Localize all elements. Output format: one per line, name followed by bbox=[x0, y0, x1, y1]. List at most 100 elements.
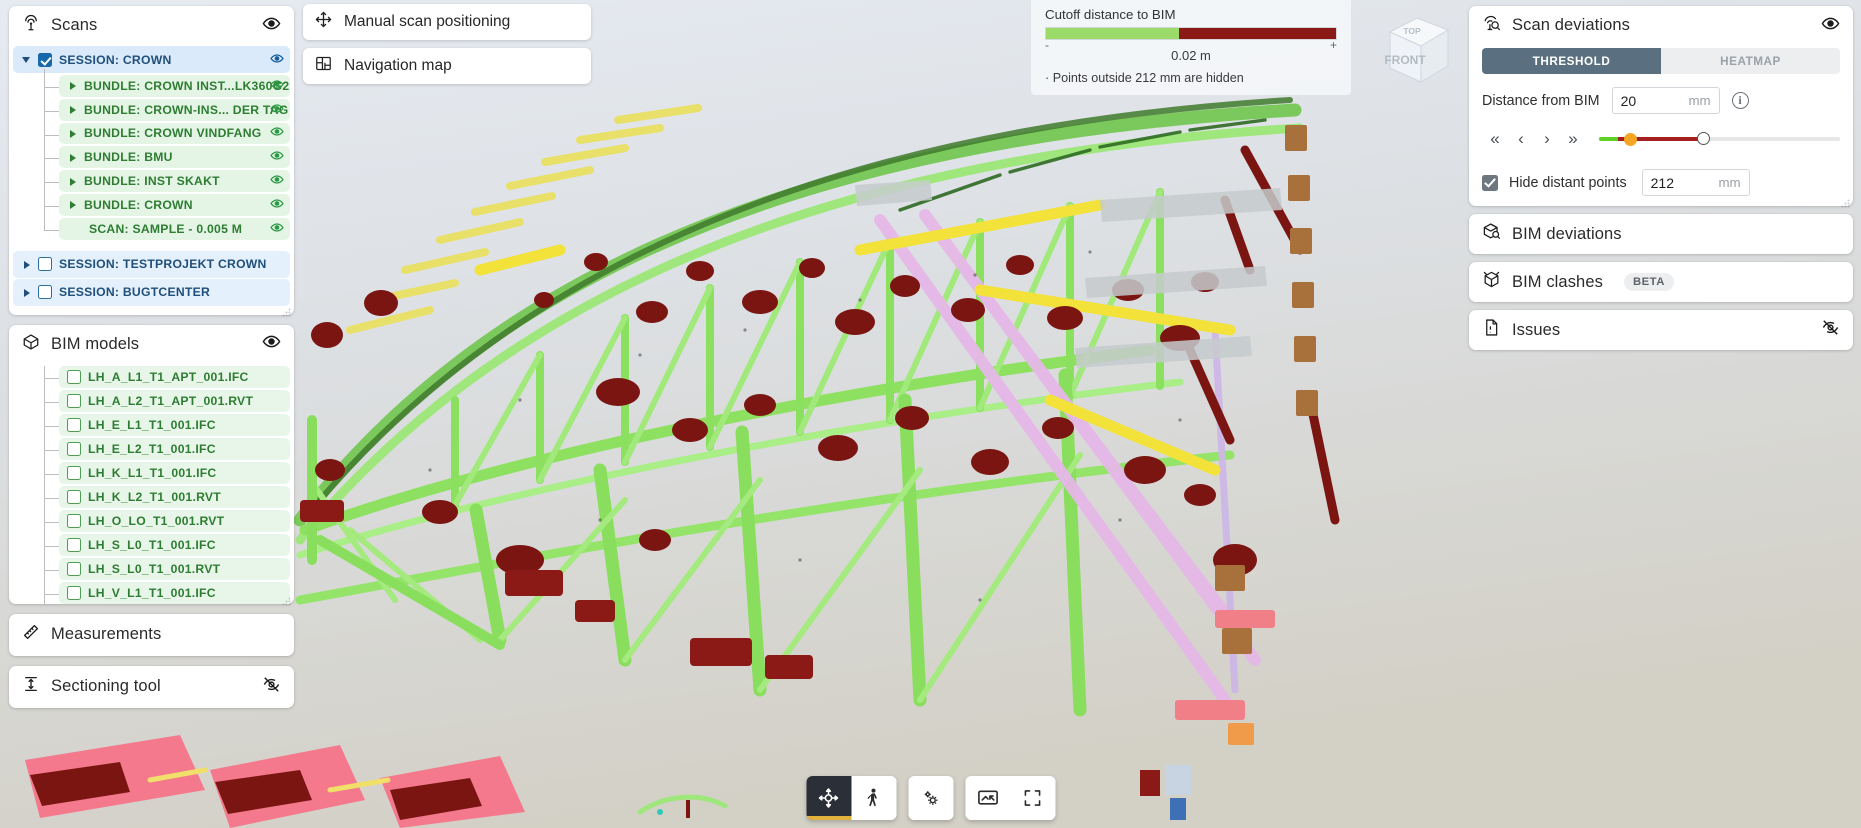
next-icon[interactable]: › bbox=[1534, 127, 1560, 151]
scans-panel-header[interactable]: Scans bbox=[9, 6, 294, 45]
scan-deviations-eye-icon[interactable] bbox=[1821, 14, 1840, 38]
bim-model-checkbox[interactable] bbox=[67, 585, 81, 600]
scan-eye-icon[interactable] bbox=[270, 220, 284, 237]
bim-models-panel-header[interactable]: BIM models bbox=[9, 325, 294, 364]
bim-model-row[interactable]: LH_V_L1_T1_001.IFC bbox=[59, 581, 290, 604]
hide-distant-points-checkbox[interactable] bbox=[1482, 174, 1498, 191]
bim-model-checkbox[interactable] bbox=[67, 537, 81, 552]
session-row[interactable]: SESSION: TESTPROJEKT CROWN bbox=[13, 250, 290, 278]
bim-panel-resize-grip[interactable] bbox=[282, 593, 291, 606]
bundle-expand-caret[interactable] bbox=[67, 79, 80, 92]
sectioning-visibility-eye-off-icon[interactable] bbox=[262, 675, 281, 699]
session-checkbox[interactable] bbox=[38, 52, 52, 67]
session-checkbox[interactable] bbox=[38, 285, 52, 300]
scans-tree-scroll[interactable]: SESSION: CROWN BUNDLE: CROWN INST...LK360… bbox=[9, 45, 294, 315]
navigation-map-button[interactable]: Navigation map bbox=[303, 48, 591, 84]
bim-model-checkbox[interactable] bbox=[67, 369, 81, 384]
screen-view-button[interactable] bbox=[965, 776, 1010, 820]
bundle-row[interactable]: BUNDLE: CROWN INST...LK360G2 bbox=[59, 75, 290, 97]
measurements-panel-title: Measurements bbox=[51, 625, 162, 644]
bim-clashes-header[interactable]: BIM clashes BETA bbox=[1469, 262, 1853, 302]
session-eye-icon[interactable] bbox=[270, 51, 284, 68]
legend-gradient-bar bbox=[1045, 27, 1337, 40]
bim-deviations-panel[interactable]: BIM deviations bbox=[1469, 214, 1853, 254]
bundle-expand-caret[interactable] bbox=[67, 127, 80, 140]
settings-group bbox=[908, 776, 953, 820]
bim-model-row[interactable]: LH_E_L1_T1_001.IFC bbox=[59, 413, 290, 436]
bundle-expand-caret[interactable] bbox=[67, 175, 80, 188]
bundle-eye-icon[interactable] bbox=[270, 196, 284, 213]
issues-panel[interactable]: Issues bbox=[1469, 310, 1853, 350]
bim-model-row[interactable]: LH_S_L0_T1_001.IFC bbox=[59, 533, 290, 556]
view-cube[interactable]: TOP FRONT bbox=[1372, 10, 1458, 90]
bundle-eye-icon[interactable] bbox=[270, 101, 284, 118]
measurements-panel[interactable]: Measurements bbox=[9, 613, 294, 656]
bim-models-scroll[interactable]: LH_A_L1_T1_APT_001.IFC LH_A_L2_T1_APT_001… bbox=[9, 364, 294, 604]
issues-header[interactable]: Issues bbox=[1469, 310, 1853, 350]
session-expand-caret[interactable] bbox=[21, 258, 34, 271]
threshold-slider[interactable] bbox=[1599, 129, 1840, 149]
last-icon[interactable]: » bbox=[1560, 127, 1586, 151]
bundle-row[interactable]: BUNDLE: INST SKAKT bbox=[59, 170, 290, 192]
bim-models-panel-title: BIM models bbox=[51, 334, 140, 353]
bundle-row[interactable]: BUNDLE: BMU bbox=[59, 146, 290, 169]
bundle-row[interactable]: BUNDLE: CROWN VINDFANG bbox=[59, 122, 290, 145]
bim-model-row[interactable]: LH_A_L2_T1_APT_001.RVT bbox=[59, 389, 290, 412]
manual-scan-positioning-button[interactable]: Manual scan positioning bbox=[303, 4, 591, 40]
bim-model-checkbox[interactable] bbox=[67, 561, 81, 576]
settings-gears-button[interactable] bbox=[908, 776, 953, 820]
bim-model-checkbox[interactable] bbox=[67, 417, 81, 432]
session-expand-caret[interactable] bbox=[21, 53, 34, 66]
scan-deviations-header[interactable]: Scan deviations bbox=[1469, 6, 1853, 45]
scans-panel-resize-grip[interactable] bbox=[282, 304, 291, 317]
orbit-mode-button[interactable] bbox=[806, 776, 851, 820]
bundle-row[interactable]: BUNDLE: CROWN bbox=[59, 193, 290, 216]
walk-mode-button[interactable] bbox=[851, 776, 896, 820]
bundle-eye-icon[interactable] bbox=[270, 173, 284, 190]
bundle-expand-caret[interactable] bbox=[67, 151, 80, 164]
session-row[interactable]: SESSION: CROWN bbox=[13, 46, 290, 73]
bim-model-checkbox[interactable] bbox=[67, 465, 81, 480]
session-expand-caret[interactable] bbox=[21, 286, 34, 299]
bundle-expand-caret[interactable] bbox=[67, 198, 80, 211]
scan-deviations-resize-grip[interactable] bbox=[1841, 195, 1850, 208]
sectioning-tool-panel-header[interactable]: Sectioning tool bbox=[9, 666, 294, 708]
app-root: Manual scan positioning Navigation map C… bbox=[0, 0, 1861, 828]
tab-heatmap[interactable]: HEATMAP bbox=[1661, 48, 1840, 74]
session-label: SESSION: CROWN bbox=[59, 52, 172, 67]
slider-orange-handle[interactable] bbox=[1624, 133, 1638, 146]
bim-model-checkbox[interactable] bbox=[67, 441, 81, 456]
scans-visibility-eye-icon[interactable] bbox=[262, 14, 281, 38]
slider-white-handle[interactable] bbox=[1696, 132, 1710, 145]
bundle-eye-icon[interactable] bbox=[270, 77, 284, 94]
bundle-expand-caret[interactable] bbox=[67, 103, 80, 116]
bundle-eye-icon[interactable] bbox=[270, 125, 284, 142]
bim-model-checkbox[interactable] bbox=[67, 393, 81, 408]
distance-from-bim-input[interactable]: 20 mm bbox=[1611, 87, 1720, 114]
hide-distant-points-input[interactable]: 212 mm bbox=[1641, 169, 1750, 196]
scan-row[interactable]: SCAN: SAMPLE - 0.005 M bbox=[59, 217, 290, 240]
measurements-panel-header[interactable]: Measurements bbox=[9, 614, 294, 656]
session-checkbox[interactable] bbox=[38, 257, 52, 272]
bim-model-checkbox[interactable] bbox=[67, 489, 81, 504]
bim-model-row[interactable]: LH_O_LO_T1_001.RVT bbox=[59, 509, 290, 532]
bundle-eye-icon[interactable] bbox=[270, 149, 284, 166]
bim-model-row[interactable]: LH_K_L2_T1_001.RVT bbox=[59, 485, 290, 508]
first-icon[interactable]: « bbox=[1482, 127, 1508, 151]
bim-clashes-panel[interactable]: BIM clashes BETA bbox=[1469, 262, 1853, 302]
fullscreen-button[interactable] bbox=[1010, 776, 1055, 820]
session-row[interactable]: SESSION: BUGTCENTER bbox=[13, 278, 290, 306]
info-icon[interactable]: i bbox=[1731, 92, 1749, 109]
sectioning-tool-panel[interactable]: Sectioning tool bbox=[9, 665, 294, 708]
prev-icon[interactable]: ‹ bbox=[1508, 127, 1534, 151]
bim-model-row[interactable]: LH_S_L0_T1_001.RVT bbox=[59, 557, 290, 580]
bim-models-visibility-eye-icon[interactable] bbox=[262, 332, 281, 356]
bim-model-row[interactable]: LH_E_L2_T1_001.IFC bbox=[59, 437, 290, 460]
bim-model-row[interactable]: LH_K_L1_T1_001.IFC bbox=[59, 461, 290, 484]
bim-model-row[interactable]: LH_A_L1_T1_APT_001.IFC bbox=[59, 365, 290, 388]
bundle-row[interactable]: BUNDLE: CROWN-INS... DER TAG bbox=[59, 98, 290, 121]
issues-eye-off-icon[interactable] bbox=[1821, 318, 1840, 342]
bim-deviations-header[interactable]: BIM deviations bbox=[1469, 214, 1853, 254]
tab-threshold[interactable]: THRESHOLD bbox=[1482, 48, 1661, 74]
bim-model-checkbox[interactable] bbox=[67, 513, 81, 528]
